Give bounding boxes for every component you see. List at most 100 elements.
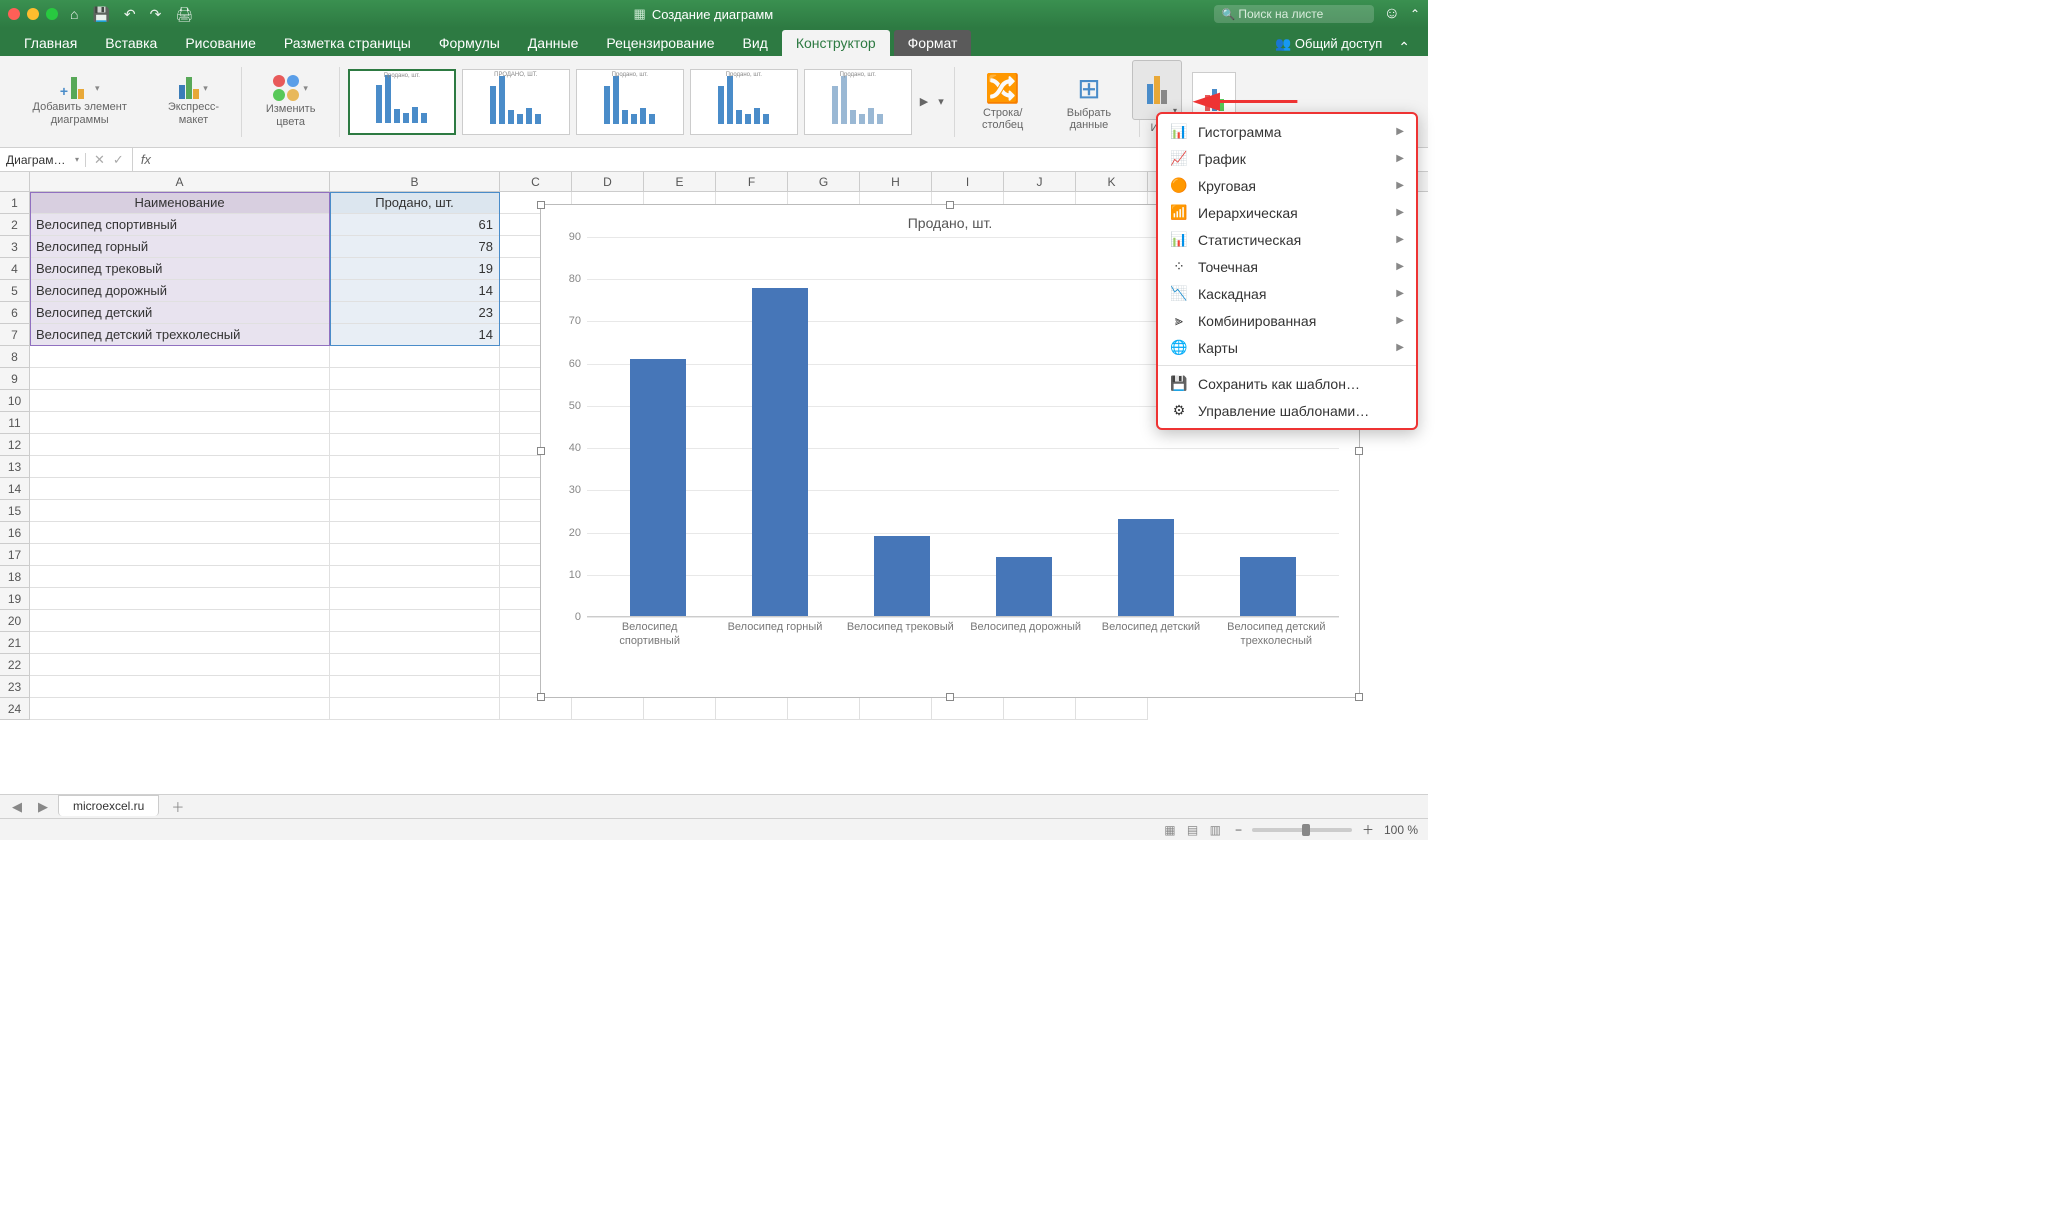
row-header[interactable]: 12 — [0, 434, 30, 456]
cell[interactable]: 23 — [330, 302, 500, 324]
chart-style-5[interactable]: Продано, шт. — [804, 69, 912, 135]
row-header[interactable]: 10 — [0, 390, 30, 412]
cell[interactable] — [330, 434, 500, 456]
row-header[interactable]: 16 — [0, 522, 30, 544]
print-icon[interactable]: 🖨 — [175, 6, 193, 23]
accept-formula-icon[interactable]: ✓ — [113, 152, 124, 168]
cell[interactable] — [330, 654, 500, 676]
sheet-prev-icon[interactable]: ◀ — [6, 799, 28, 815]
cell[interactable]: Велосипед горный — [30, 236, 330, 258]
row-header[interactable]: 4 — [0, 258, 30, 280]
close-window-button[interactable] — [8, 8, 20, 20]
tab-review[interactable]: Рецензирование — [592, 30, 728, 56]
tab-page-layout[interactable]: Разметка страницы — [270, 30, 425, 56]
chart-type-menu-item[interactable]: ⁘Точечная▶ — [1158, 253, 1416, 280]
share-button[interactable]: 👥 Общий доступ — [1267, 32, 1390, 56]
cell[interactable]: 14 — [330, 280, 500, 302]
row-header[interactable]: 24 — [0, 698, 30, 720]
manage-templates-menu-item[interactable]: ⚙Управление шаблонами… — [1158, 397, 1416, 424]
cell[interactable] — [30, 654, 330, 676]
cell[interactable] — [30, 478, 330, 500]
cell[interactable] — [1076, 698, 1148, 720]
row-header[interactable]: 22 — [0, 654, 30, 676]
switch-row-column-button[interactable]: 🔀 Строка/столбец — [963, 60, 1043, 143]
col-header[interactable]: B — [330, 172, 500, 191]
chart-type-menu-item[interactable]: 📊Гистограмма▶ — [1158, 118, 1416, 145]
cell[interactable] — [330, 456, 500, 478]
cell[interactable] — [30, 434, 330, 456]
cell[interactable] — [30, 412, 330, 434]
chart-type-menu-item[interactable]: 🌐Карты▶ — [1158, 334, 1416, 361]
cell[interactable]: 19 — [330, 258, 500, 280]
cell[interactable] — [330, 676, 500, 698]
row-header[interactable]: 5 — [0, 280, 30, 302]
zoom-slider[interactable] — [1252, 828, 1352, 832]
cell[interactable] — [644, 698, 716, 720]
change-chart-type-button[interactable]: ▾ — [1132, 60, 1182, 120]
cell[interactable] — [330, 522, 500, 544]
cell[interactable]: Продано, шт. — [330, 192, 500, 214]
col-header[interactable]: C — [500, 172, 572, 191]
tab-view[interactable]: Вид — [729, 30, 782, 56]
cell[interactable]: 78 — [330, 236, 500, 258]
fx-icon[interactable]: fx — [133, 152, 159, 167]
row-header[interactable]: 17 — [0, 544, 30, 566]
page-break-view-icon[interactable]: ▥ — [1206, 823, 1225, 837]
tab-format[interactable]: Формат — [894, 30, 972, 56]
gallery-next-icon[interactable]: ▶ — [918, 93, 930, 110]
cell[interactable] — [30, 610, 330, 632]
row-header[interactable]: 7 — [0, 324, 30, 346]
row-header[interactable]: 15 — [0, 500, 30, 522]
chart-type-menu-item[interactable]: 📶Иерархическая▶ — [1158, 199, 1416, 226]
row-header[interactable]: 19 — [0, 588, 30, 610]
row-header[interactable]: 23 — [0, 676, 30, 698]
cell[interactable] — [30, 500, 330, 522]
undo-icon[interactable]: ↶ — [124, 6, 136, 23]
col-header[interactable]: J — [1004, 172, 1076, 191]
row-header[interactable]: 9 — [0, 368, 30, 390]
row-header[interactable]: 18 — [0, 566, 30, 588]
cell[interactable] — [500, 698, 572, 720]
cell[interactable]: Велосипед детский трехколесный — [30, 324, 330, 346]
tab-data[interactable]: Данные — [514, 30, 593, 56]
chart-type-menu-item[interactable]: 🟠Круговая▶ — [1158, 172, 1416, 199]
cell[interactable]: Велосипед трековый — [30, 258, 330, 280]
cell[interactable] — [30, 632, 330, 654]
cell[interactable] — [330, 412, 500, 434]
chart-style-1[interactable]: Продано, шт. — [348, 69, 456, 135]
name-box[interactable]: Диаграм…▾ — [0, 153, 86, 167]
cell[interactable] — [30, 544, 330, 566]
select-all-corner[interactable] — [0, 172, 30, 191]
minimize-window-button[interactable] — [27, 8, 39, 20]
tab-draw[interactable]: Рисование — [171, 30, 270, 56]
cell[interactable]: 61 — [330, 214, 500, 236]
page-layout-view-icon[interactable]: ▤ — [1183, 823, 1202, 837]
chart-bar[interactable] — [874, 536, 930, 616]
col-header[interactable]: D — [572, 172, 644, 191]
col-header[interactable]: K — [1076, 172, 1148, 191]
zoom-out-icon[interactable]: − — [1235, 823, 1242, 837]
col-header[interactable]: F — [716, 172, 788, 191]
cell[interactable]: 14 — [330, 324, 500, 346]
add-sheet-button[interactable]: ＋ — [163, 797, 192, 816]
tab-insert[interactable]: Вставка — [91, 30, 171, 56]
row-header[interactable]: 13 — [0, 456, 30, 478]
chart-type-menu-item[interactable]: 📊Статистическая▶ — [1158, 226, 1416, 253]
row-header[interactable]: 20 — [0, 610, 30, 632]
select-data-button[interactable]: ⊞ Выбрать данные — [1047, 60, 1131, 143]
col-header[interactable]: A — [30, 172, 330, 191]
add-chart-element-button[interactable]: +▾ Добавить элемент диаграммы — [10, 60, 149, 143]
cell[interactable] — [30, 522, 330, 544]
col-header[interactable]: I — [932, 172, 1004, 191]
row-header[interactable]: 8 — [0, 346, 30, 368]
save-template-menu-item[interactable]: 💾Сохранить как шаблон… — [1158, 370, 1416, 397]
tab-formulas[interactable]: Формулы — [425, 30, 514, 56]
cell[interactable] — [30, 588, 330, 610]
cell[interactable]: Велосипед дорожный — [30, 280, 330, 302]
sheet-next-icon[interactable]: ▶ — [32, 799, 54, 815]
search-field[interactable]: Поиск на листе — [1214, 5, 1374, 23]
cell[interactable] — [330, 368, 500, 390]
chart-type-menu-item[interactable]: ⫸Комбинированная▶ — [1158, 307, 1416, 334]
chart-style-3[interactable]: Продано, шт. — [576, 69, 684, 135]
gallery-more-icon[interactable]: ▾ — [936, 93, 946, 110]
